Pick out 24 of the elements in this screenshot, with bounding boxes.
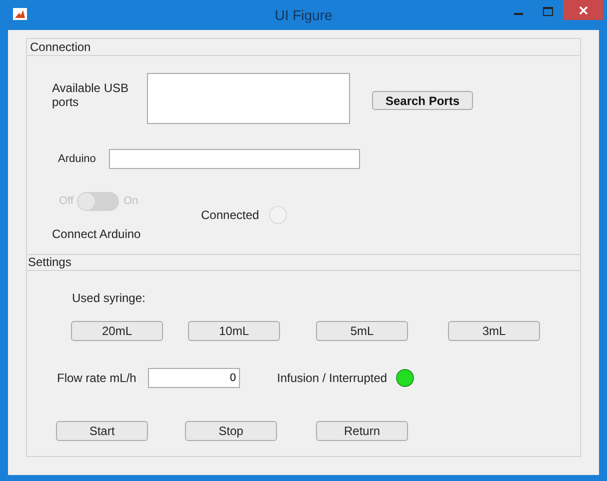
search-ports-button[interactable]: Search Ports xyxy=(372,91,473,110)
section-header: Settings xyxy=(27,254,580,271)
arduino-field[interactable] xyxy=(109,149,360,169)
flow-rate-label: Flow rate mL/h xyxy=(57,370,138,387)
close-icon xyxy=(578,6,588,14)
window-title: UI Figure xyxy=(274,6,332,25)
syringe-button[interactable]: 3mL xyxy=(448,321,540,341)
syringe-label: Used syringe: xyxy=(72,290,146,307)
syringe-button[interactable]: 10mL xyxy=(188,321,280,341)
arduino-label: Arduino xyxy=(58,152,97,167)
switch-label: Connect Arduino xyxy=(52,226,142,243)
action-button[interactable]: Start xyxy=(56,421,148,441)
lamp-label: Connected xyxy=(201,207,260,224)
close-button[interactable] xyxy=(563,0,603,20)
app-icon xyxy=(13,8,27,20)
ports-list[interactable] xyxy=(147,73,350,124)
syringe-button[interactable]: 20mL xyxy=(71,321,163,341)
section-header: Connection xyxy=(27,39,580,56)
lamp-label: Infusion / Interrupted xyxy=(277,370,388,387)
syringe-button[interactable]: 5mL xyxy=(316,321,408,341)
ports-label: Available USB ports xyxy=(52,81,130,109)
action-button[interactable]: Stop xyxy=(185,421,277,441)
action-button[interactable]: Return xyxy=(316,421,408,441)
flow-rate-field[interactable]: 0 xyxy=(148,368,240,388)
